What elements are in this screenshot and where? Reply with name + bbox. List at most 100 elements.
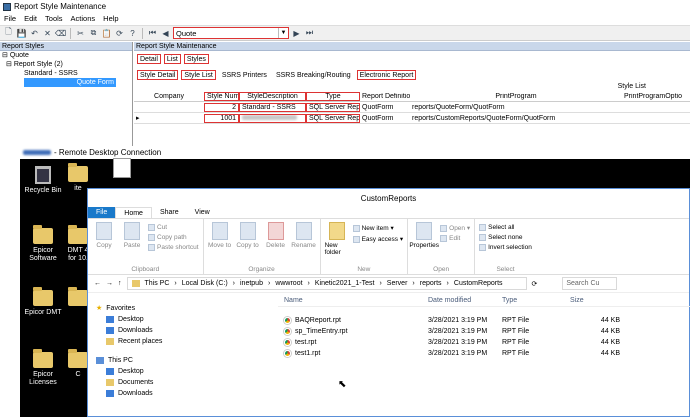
tab-home[interactable]: Home	[115, 207, 152, 218]
new-item-button[interactable]: New item ▾	[352, 224, 404, 232]
report-combo[interactable]: Quote ▼	[173, 27, 289, 39]
tab-electronic-report[interactable]: Electronic Report	[356, 70, 417, 80]
properties-button[interactable]: Properties	[409, 222, 439, 264]
paste-icon[interactable]: 📋	[101, 28, 112, 39]
rename-button[interactable]: Rename	[291, 222, 316, 264]
new-folder-button[interactable]: New folder	[325, 222, 349, 264]
open-button[interactable]: Open ▾	[440, 224, 470, 232]
tree-node-quote[interactable]: ⊟ Quote	[2, 51, 132, 60]
col-size[interactable]: Size	[570, 297, 620, 304]
col-date-modified[interactable]: Date modified	[428, 297, 502, 304]
nav-desktop[interactable]: Desktop	[96, 314, 268, 325]
col-print-program[interactable]: PrintProgram	[410, 93, 622, 100]
select-none-button[interactable]: Select none	[479, 234, 532, 241]
menu-actions[interactable]: Actions	[67, 14, 100, 23]
invert-selection-button[interactable]: Invert selection	[479, 244, 532, 252]
last-record-icon[interactable]: ⏭	[304, 28, 315, 39]
desktop-icon-epicor-dmt[interactable]: Epicor DMT	[20, 287, 66, 317]
tree-node-report-style[interactable]: ⊟ Report Style (2)	[2, 60, 132, 69]
col-type[interactable]: Type	[306, 91, 360, 101]
delete-button[interactable]: Delete	[264, 222, 288, 264]
tree-node-standard[interactable]: Standard - SSRS	[2, 69, 132, 78]
list-item[interactable]: BAQReport.rpt 3/28/2021 3:19 PM RPT File…	[278, 315, 690, 326]
cut-button[interactable]: Cut	[148, 224, 199, 231]
first-record-icon[interactable]: ⏮	[147, 28, 158, 39]
list-item[interactable]: test.rpt 3/28/2021 3:19 PM RPT File 44 K…	[278, 337, 690, 348]
paste-button[interactable]: Paste	[120, 222, 144, 264]
desktop-icon-epicor-licenses[interactable]: Epicor Licenses	[20, 349, 66, 387]
tab-style-detail[interactable]: Style Detail	[137, 70, 179, 80]
nav-favorites[interactable]: ★ Favorites	[96, 303, 268, 314]
tab-list[interactable]: List	[163, 54, 181, 64]
refresh-icon[interactable]: ⟳	[114, 28, 125, 39]
forward-icon[interactable]: →	[106, 280, 113, 287]
copy-path-button[interactable]: Copy path	[148, 234, 199, 241]
paste-shortcut-button[interactable]: Paste shortcut	[148, 244, 199, 252]
col-type[interactable]: Type	[502, 297, 570, 304]
help-icon[interactable]: ?	[127, 28, 138, 39]
tab-file[interactable]: File	[88, 207, 116, 218]
nav-recent-places[interactable]: Recent places	[96, 336, 268, 347]
up-icon[interactable]: ↑	[118, 280, 122, 287]
copy-icon[interactable]: ⧉	[88, 28, 99, 39]
crumb-inetpub[interactable]: inetpub	[240, 280, 263, 287]
crumb-local-disk[interactable]: Local Disk (C:)	[182, 280, 228, 287]
list-item[interactable]: sp_TimeEntry.rpt 3/28/2021 3:19 PM RPT F…	[278, 326, 690, 337]
tab-style-list[interactable]: Style List	[181, 70, 216, 80]
nav-documents[interactable]: Documents	[96, 377, 268, 388]
chevron-down-icon[interactable]: ▼	[278, 28, 288, 38]
crumb-customreports[interactable]: CustomReports	[454, 280, 503, 287]
undo-icon[interactable]: ↶	[29, 28, 40, 39]
tab-detail[interactable]: Detail	[137, 54, 161, 64]
clear-icon[interactable]: ⌫	[55, 28, 66, 39]
tab-styles[interactable]: Styles	[183, 54, 209, 64]
col-style-description[interactable]: StyleDescription	[239, 91, 306, 101]
refresh-icon[interactable]: ⟳	[532, 280, 538, 288]
menu-tools[interactable]: Tools	[41, 14, 67, 23]
col-style-num[interactable]: Style Num	[204, 91, 239, 101]
crumb-kinetic[interactable]: Kinetic2021_1-Test	[315, 280, 375, 287]
tree-node-quote-form[interactable]: Quote Form	[2, 78, 132, 87]
crumb-wwwroot[interactable]: wwwroot	[275, 280, 302, 287]
desktop-icon-doc[interactable]	[110, 158, 134, 178]
address-bar[interactable]: This PC › Local Disk (C:) › inetpub › wwwro…	[126, 277, 527, 290]
save-icon[interactable]: 💾	[16, 28, 27, 39]
delete-icon[interactable]: ✕	[42, 28, 53, 39]
nav-pc-downloads[interactable]: Downloads	[96, 388, 268, 399]
next-record-icon[interactable]: ▶	[291, 28, 302, 39]
desktop-icon-epicor-software[interactable]: Epicor Software	[20, 225, 66, 263]
crumb-server[interactable]: Server	[387, 280, 408, 287]
cut-icon[interactable]: ✂	[75, 28, 86, 39]
menu-help[interactable]: Help	[99, 14, 122, 23]
col-name[interactable]: Name	[278, 297, 428, 304]
table-row[interactable]: ▸ 1001 SQL Server Rep QuotForm reports/C…	[134, 113, 690, 124]
search-input[interactable]: Search Cu	[562, 277, 618, 290]
table-row[interactable]: 2 Standard - SSRS SQL Server Rep QuotFor…	[134, 102, 690, 113]
crumb-reports[interactable]: reports	[420, 280, 442, 287]
copy-button[interactable]: Copy	[92, 222, 116, 264]
nav-pc-desktop[interactable]: Desktop	[96, 366, 268, 377]
prev-record-icon[interactable]: ◀	[160, 28, 171, 39]
copy-to-button[interactable]: Copy to	[236, 222, 260, 264]
list-item[interactable]: test1.rpt 3/28/2021 3:19 PM RPT File 44 …	[278, 348, 690, 359]
back-icon[interactable]: ←	[94, 280, 101, 287]
crumb-this-pc[interactable]: This PC	[145, 280, 170, 287]
col-company[interactable]: Company	[134, 93, 204, 100]
nav-downloads[interactable]: Downloads	[96, 325, 268, 336]
desktop-icon-recycle-bin[interactable]: Recycle Bin	[20, 166, 66, 195]
nav-this-pc[interactable]: This PC	[96, 355, 268, 366]
move-to-button[interactable]: Move to	[208, 222, 232, 264]
row-type: SQL Server Rep	[306, 102, 360, 112]
easy-access-button[interactable]: Easy access ▾	[352, 235, 403, 243]
edit-button[interactable]: Edit	[440, 235, 470, 242]
select-all-button[interactable]: Select all	[479, 224, 532, 231]
tab-ssrs-printers[interactable]: SSRS Printers	[218, 70, 270, 80]
tab-view[interactable]: View	[187, 207, 218, 218]
menu-edit[interactable]: Edit	[20, 14, 41, 23]
col-print-program-options[interactable]: PrintProgramOptio	[622, 93, 682, 100]
tab-ssrs-breaking[interactable]: SSRS Breaking/Routing	[272, 70, 354, 80]
new-icon[interactable]: 🗋	[3, 27, 14, 39]
menu-file[interactable]: File	[0, 14, 20, 23]
tab-share[interactable]: Share	[152, 207, 187, 218]
col-report-definition[interactable]: Report Definitio	[360, 93, 410, 100]
